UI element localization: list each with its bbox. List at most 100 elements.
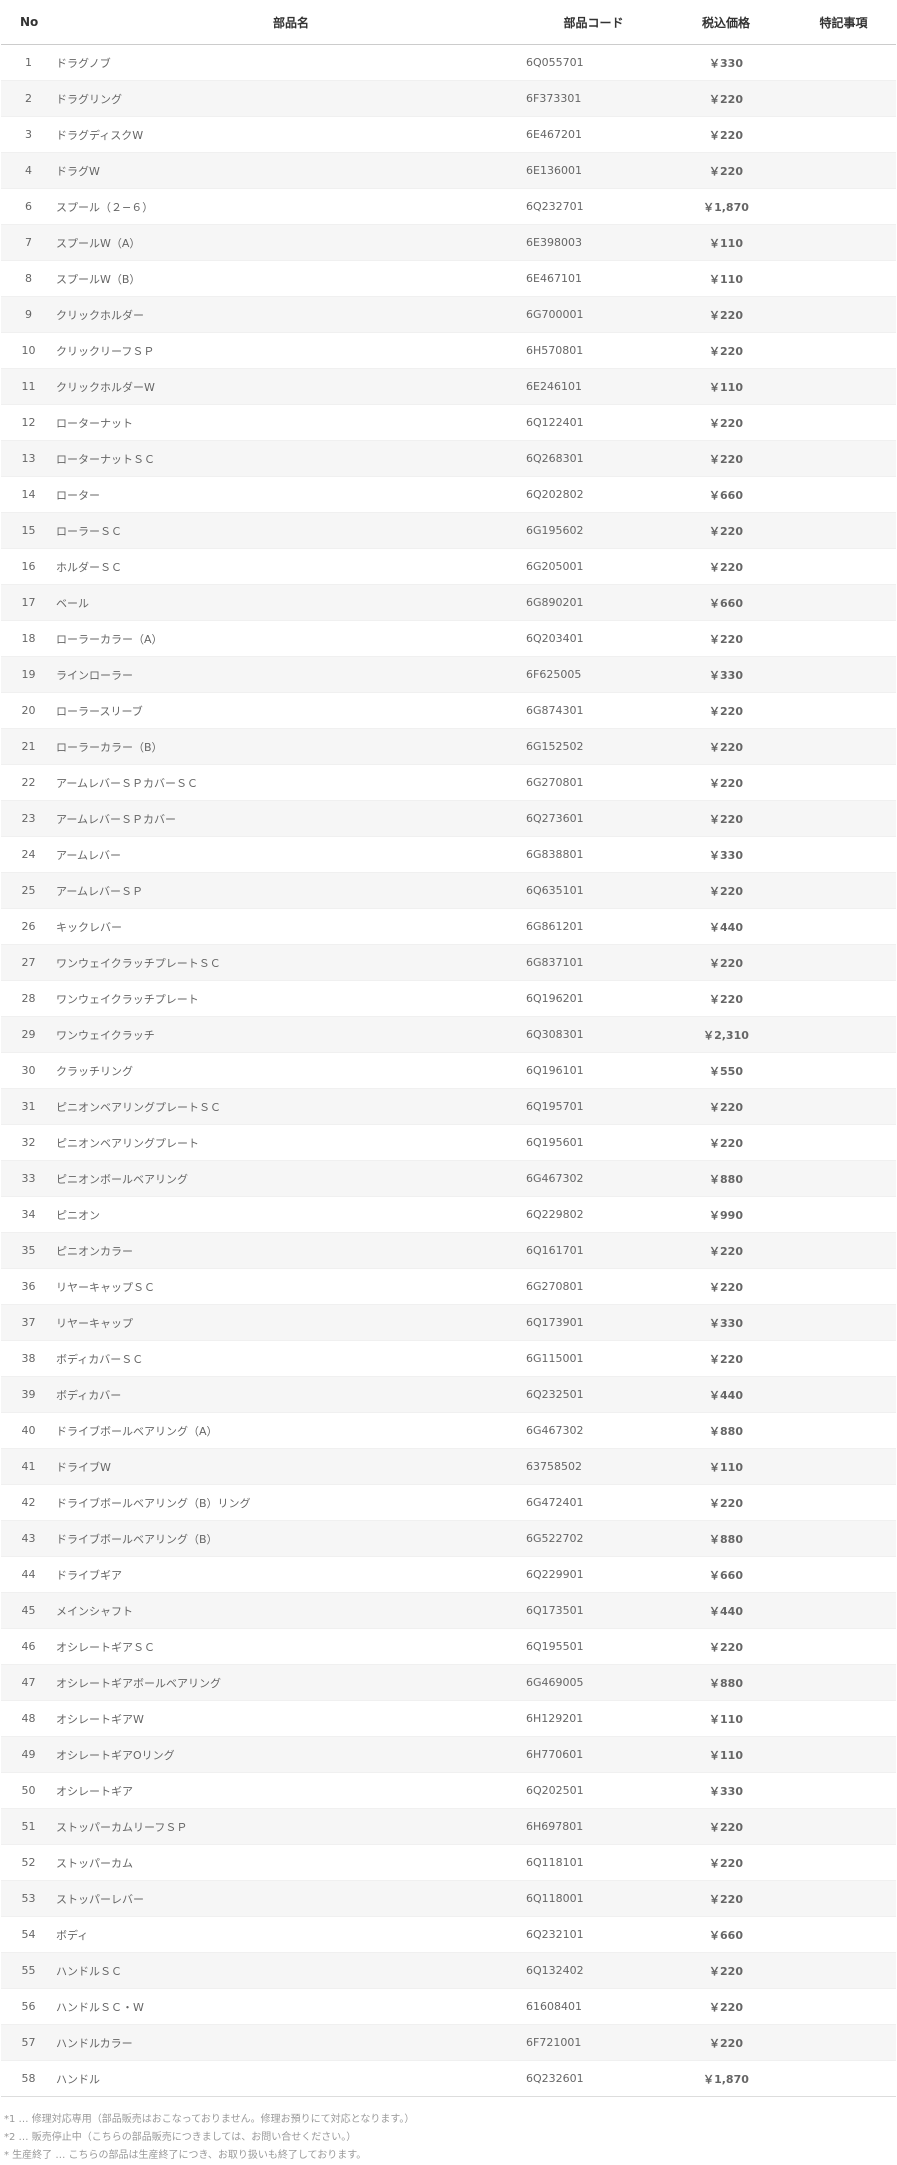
table-row: 29 ワンウェイクラッチ 6Q308301 ￥2,310 (1, 1016, 896, 1053)
part-price: ￥440 (661, 1592, 791, 1629)
part-note (791, 1988, 896, 2025)
table-row: 21 ローラーカラー（B） 6G152502 ￥220 (1, 728, 896, 765)
table-row: 41 ドライブW 63758502 ￥110 (1, 1448, 896, 1485)
part-name: オシレートギアOリング (56, 1736, 526, 1773)
part-code: 6G467302 (526, 1160, 661, 1197)
table-row: 4 ドラグW 6E136001 ￥220 (1, 152, 896, 189)
part-name: ドラグリング (56, 80, 526, 117)
row-number: 32 (1, 1124, 56, 1161)
part-price: ￥660 (661, 1916, 791, 1953)
part-price: ￥220 (661, 152, 791, 189)
table-row: 51 ストッパーカムリーフＳＰ 6H697801 ￥220 (1, 1808, 896, 1845)
part-price: ￥220 (661, 404, 791, 441)
row-number: 19 (1, 656, 56, 693)
part-name: ローラースリーブ (56, 692, 526, 729)
header-part-name: 部品名 (56, 0, 526, 45)
table-row: 49 オシレートギアOリング 6H770601 ￥110 (1, 1736, 896, 1773)
part-name: ハンドルカラー (56, 2024, 526, 2061)
row-number: 46 (1, 1628, 56, 1665)
part-note (791, 1304, 896, 1341)
table-row: 44 ドライブギア 6Q229901 ￥660 (1, 1556, 896, 1593)
part-code: 6G270801 (526, 764, 661, 801)
part-price: ￥220 (661, 1988, 791, 2025)
row-number: 24 (1, 836, 56, 873)
part-code: 6Q229901 (526, 1556, 661, 1593)
part-note (791, 980, 896, 1017)
part-code: 6E136001 (526, 152, 661, 189)
row-number: 33 (1, 1160, 56, 1197)
part-name: ドラグディスクW (56, 116, 526, 153)
part-price: ￥220 (661, 1124, 791, 1161)
part-price: ￥220 (661, 1484, 791, 1521)
part-price: ￥330 (661, 1772, 791, 1809)
table-row: 35 ピニオンカラー 6Q161701 ￥220 (1, 1232, 896, 1269)
row-number: 23 (1, 800, 56, 837)
part-code: 6H697801 (526, 1808, 661, 1845)
part-note (791, 188, 896, 225)
row-number: 53 (1, 1880, 56, 1917)
table-row: 2 ドラグリング 6F373301 ￥220 (1, 80, 896, 117)
part-price: ￥220 (661, 512, 791, 549)
header-row: No 部品名 部品コード 税込価格 特記事項 (1, 0, 896, 45)
part-code: 6E467201 (526, 116, 661, 153)
part-note (791, 1088, 896, 1125)
part-name: ボディカバー (56, 1376, 526, 1413)
table-row: 55 ハンドルＳＣ 6Q132402 ￥220 (1, 1952, 896, 1989)
part-name: ワンウェイクラッチ (56, 1016, 526, 1053)
part-note (791, 2024, 896, 2061)
part-name: オシレートギア (56, 1772, 526, 1809)
table-row: 38 ボディカバーＳＣ 6G115001 ￥220 (1, 1340, 896, 1377)
part-note (791, 224, 896, 261)
part-code: 6G115001 (526, 1340, 661, 1377)
part-note (791, 620, 896, 657)
row-number: 38 (1, 1340, 56, 1377)
part-price: ￥660 (661, 584, 791, 621)
part-note (791, 476, 896, 513)
part-code: 6F373301 (526, 80, 661, 117)
part-code: 6G890201 (526, 584, 661, 621)
part-note (791, 1556, 896, 1593)
part-note (791, 404, 896, 441)
part-code: 6H129201 (526, 1700, 661, 1737)
row-number: 8 (1, 260, 56, 297)
part-price: ￥220 (661, 116, 791, 153)
table-row: 33 ピニオンボールベアリング 6G467302 ￥880 (1, 1160, 896, 1197)
part-price: ￥110 (661, 368, 791, 405)
part-price: ￥220 (661, 872, 791, 909)
part-code: 6Q232501 (526, 1376, 661, 1413)
part-price: ￥990 (661, 1196, 791, 1233)
table-row: 19 ラインローラー 6F625005 ￥330 (1, 656, 896, 693)
part-name: キックレバー (56, 908, 526, 945)
row-number: 48 (1, 1700, 56, 1737)
part-price: ￥110 (661, 1448, 791, 1485)
part-note (791, 1160, 896, 1197)
table-row: 57 ハンドルカラー 6F721001 ￥220 (1, 2024, 896, 2061)
part-note (791, 260, 896, 297)
part-code: 6Q203401 (526, 620, 661, 657)
part-code: 6Q118101 (526, 1844, 661, 1881)
row-number: 40 (1, 1412, 56, 1449)
part-note (791, 512, 896, 549)
row-number: 45 (1, 1592, 56, 1629)
row-number: 12 (1, 404, 56, 441)
row-number: 20 (1, 692, 56, 729)
part-price: ￥220 (661, 980, 791, 1017)
part-code: 6Q196201 (526, 980, 661, 1017)
part-code: 6Q196101 (526, 1052, 661, 1089)
table-row: 8 スプールW（B） 6E467101 ￥110 (1, 260, 896, 297)
part-price: ￥220 (661, 692, 791, 729)
part-note (791, 1448, 896, 1485)
part-name: ラインローラー (56, 656, 526, 693)
part-price: ￥660 (661, 476, 791, 513)
footnotes: *1 … 修理対応専用（部品販売はおこなっておりません。修理お預りにて対応となり… (0, 2097, 897, 2165)
part-code: 6Q202501 (526, 1772, 661, 1809)
table-row: 43 ドライブボールベアリング（B） 6G522702 ￥880 (1, 1520, 896, 1557)
part-name: ローターナットＳＣ (56, 440, 526, 477)
part-price: ￥220 (661, 332, 791, 369)
part-name: クラッチリング (56, 1052, 526, 1089)
table-row: 50 オシレートギア 6Q202501 ￥330 (1, 1772, 896, 1809)
part-price: ￥220 (661, 1340, 791, 1377)
part-note (791, 908, 896, 945)
part-note (791, 728, 896, 765)
part-code: 6G838801 (526, 836, 661, 873)
